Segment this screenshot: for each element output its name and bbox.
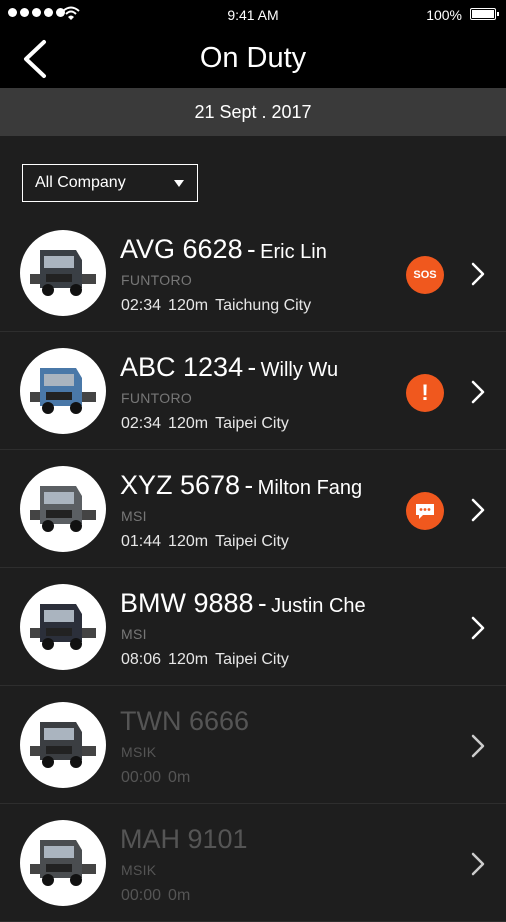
company-name: MSI — [121, 626, 147, 642]
vehicle-row[interactable]: XYZ 5678 - Milton Fang MSI 01:44 120m Taip… — [0, 450, 506, 568]
truck-icon — [30, 604, 96, 650]
plate-number: AVG 6628 — [120, 234, 243, 264]
truck-icon — [30, 722, 96, 768]
truck-avatar — [20, 348, 106, 434]
title-separator: - — [244, 470, 254, 500]
battery-percent: 100% — [426, 7, 462, 23]
message-icon[interactable] — [406, 492, 444, 530]
trip-distance: 120m — [168, 297, 209, 314]
plate-number: XYZ 5678 — [120, 470, 241, 500]
vehicle-title: AVG 6628 - Eric Lin — [120, 234, 327, 265]
status-bar: 9:41 AM 100% — [0, 0, 506, 30]
company-name: MSI — [121, 508, 147, 524]
trip-duration: 00:00 — [121, 887, 162, 904]
driver-name: Eric Lin — [260, 241, 327, 263]
trip-meta: 02:34 120m Taichung City — [121, 297, 318, 315]
trip-duration: 00:00 — [121, 769, 162, 786]
vehicle-list: AVG 6628 - Eric Lin FUNTORO 02:34 120m Tai… — [0, 214, 506, 922]
chevron-right-icon[interactable] — [470, 379, 486, 405]
trip-duration: 08:06 — [121, 651, 162, 668]
trip-meta: 00:00 0m — [121, 887, 204, 905]
company-filter-select[interactable]: All Company — [22, 164, 198, 202]
trip-duration: 01:44 — [121, 533, 162, 550]
title-separator: - — [258, 588, 267, 618]
date-bar: 21 Sept . 2017 — [0, 88, 506, 136]
title-separator: - — [247, 234, 256, 264]
truck-avatar — [20, 584, 106, 670]
trip-location: Taichung City — [215, 297, 312, 314]
plate-number: BMW 9888 — [120, 588, 254, 618]
trip-duration: 02:34 — [121, 415, 162, 432]
chevron-right-icon[interactable] — [470, 261, 486, 287]
page-title: On Duty — [199, 42, 307, 74]
trip-distance: 120m — [168, 533, 209, 550]
trip-meta: 08:06 120m Taipei City — [121, 651, 296, 669]
vehicle-row[interactable]: TWN 6666 MSIK 00:00 0m — [0, 686, 506, 804]
nav-header: On Duty — [0, 30, 506, 88]
vehicle-row[interactable]: MAH 9101 MSIK 00:00 0m — [0, 804, 506, 922]
truck-avatar — [20, 702, 106, 788]
vehicle-title: ABC 1234 - Willy Wu — [120, 352, 338, 383]
trip-distance: 0m — [168, 887, 191, 904]
trip-distance: 120m — [168, 415, 209, 432]
trip-meta: 02:34 120m Taipei City — [121, 415, 296, 433]
title-separator: - — [247, 352, 257, 382]
caret-down-icon — [174, 180, 184, 187]
truck-avatar — [20, 230, 106, 316]
plate-number: TWN 6666 — [120, 706, 250, 736]
company-name: FUNTORO — [121, 272, 193, 288]
driver-name: Justin Che — [271, 595, 366, 617]
vehicle-title: TWN 6666 — [120, 706, 249, 737]
truck-icon — [30, 486, 96, 532]
plate-number: ABC 1234 — [120, 352, 244, 382]
chevron-right-icon[interactable] — [470, 497, 486, 523]
trip-meta: 01:44 120m Taipei City — [121, 533, 296, 551]
trip-location: Taipei City — [215, 651, 289, 668]
chevron-right-icon[interactable] — [470, 851, 486, 877]
chevron-right-icon[interactable] — [470, 615, 486, 641]
driver-name: Willy Wu — [260, 359, 339, 381]
vehicle-row[interactable]: ABC 1234 - Willy Wu FUNTORO 02:34 120m Tai… — [0, 332, 506, 450]
trip-meta: 00:00 0m — [121, 769, 204, 787]
vehicle-row[interactable]: BMW 9888 - Justin Che MSI 08:06 120m Taipe… — [0, 568, 506, 686]
driver-name: Milton Fang — [257, 477, 363, 499]
vehicle-row[interactable]: AVG 6628 - Eric Lin FUNTORO 02:34 120m Tai… — [0, 214, 506, 332]
company-name: FUNTORO — [121, 390, 193, 406]
trip-distance: 0m — [168, 769, 191, 786]
vehicle-title: BMW 9888 - Justin Che — [120, 588, 366, 619]
company-filter-value: All Company — [35, 174, 126, 191]
truck-avatar — [20, 820, 106, 906]
trip-duration: 02:34 — [121, 297, 162, 314]
trip-location: Taipei City — [215, 415, 289, 432]
company-name: MSIK — [121, 862, 157, 878]
trip-distance: 120m — [168, 651, 209, 668]
truck-icon — [30, 250, 96, 296]
chevron-right-icon[interactable] — [470, 733, 486, 759]
plate-number: MAH 9101 — [120, 824, 248, 854]
truck-icon — [30, 840, 96, 886]
vehicle-title: XYZ 5678 - Milton Fang — [120, 470, 362, 501]
sos-icon[interactable]: SOS — [406, 256, 444, 294]
battery-icon — [470, 8, 499, 20]
warning-icon[interactable]: ! — [406, 374, 444, 412]
truck-avatar — [20, 466, 106, 552]
truck-icon — [30, 368, 96, 414]
trip-location: Taipei City — [215, 533, 289, 550]
company-name: MSIK — [121, 744, 157, 760]
vehicle-title: MAH 9101 — [120, 824, 248, 855]
